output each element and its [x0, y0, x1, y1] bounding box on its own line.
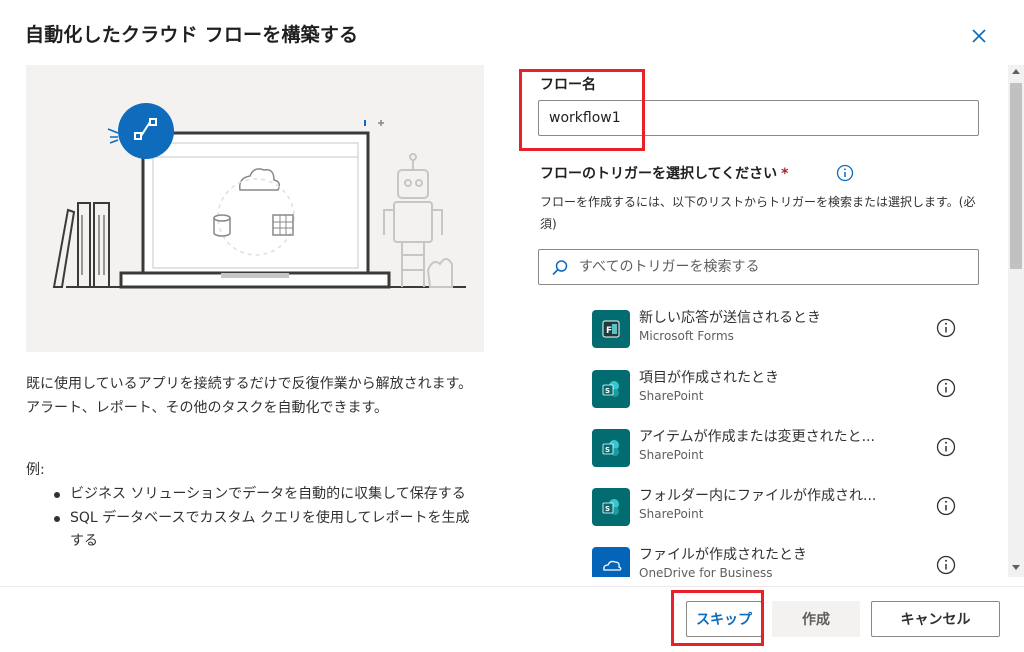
trigger-info-button[interactable]	[935, 554, 957, 576]
dialog-title: 自動化したクラウド フローを構築する	[25, 24, 359, 46]
trigger-item-forms-response[interactable]: F 新しい応答が送信されるとき Microsoft Forms	[592, 310, 982, 366]
flow-name-input[interactable]	[538, 100, 979, 136]
required-mark: *	[781, 166, 789, 182]
create-flow-dialog: 自動化したクラウド フローを構築する 既に使用しているアプリを接続するだけで反復…	[0, 0, 1024, 652]
svg-text:S: S	[605, 446, 610, 454]
svg-text:S: S	[605, 505, 610, 513]
info-icon	[936, 555, 956, 575]
svg-text:F: F	[606, 326, 612, 336]
form-panel: フロー名 フローのトリガーを選択してください* フローを作成するには、以下のリス…	[510, 65, 1008, 577]
onedrive-icon	[592, 547, 630, 577]
hero-illustration	[26, 65, 484, 352]
example-item: ビジネス ソリューションでデータを自動的に収集して保存する	[50, 483, 480, 506]
laptop-illustration	[52, 103, 466, 289]
example-item: SQL データベースでカスタム クエリを使用してレポートを生成する	[50, 507, 480, 553]
forms-icon: F	[592, 310, 630, 348]
create-button[interactable]: 作成	[772, 601, 860, 637]
bullet-icon	[54, 492, 60, 498]
sharepoint-icon: S	[592, 488, 630, 526]
close-icon	[972, 29, 986, 43]
cancel-button[interactable]: キャンセル	[871, 601, 1000, 637]
skip-button[interactable]: スキップ	[686, 601, 762, 637]
trigger-search-input[interactable]	[579, 251, 969, 283]
trigger-label: フローのトリガーを選択してください *	[540, 166, 789, 182]
sharepoint-icon: S	[592, 429, 630, 467]
footer-divider	[0, 586, 1024, 587]
search-icon	[552, 260, 568, 276]
trigger-item-onedrive-file-created[interactable]: ファイルが作成されたとき OneDrive for Business	[592, 547, 982, 577]
trigger-info-button[interactable]	[935, 436, 957, 458]
info-icon	[936, 496, 956, 516]
sharepoint-icon: S	[592, 370, 630, 408]
trigger-item-sharepoint-item-created[interactable]: S 項目が作成されたとき SharePoint	[592, 370, 982, 426]
trigger-search-box[interactable]	[538, 249, 979, 285]
trigger-info-button[interactable]	[836, 164, 854, 182]
scroll-down-arrow-icon[interactable]	[1012, 565, 1020, 570]
trigger-item-sharepoint-item-created-or-modified[interactable]: S アイテムが作成または変更されたと... SharePoint	[592, 429, 982, 485]
trigger-item-sharepoint-file-in-folder[interactable]: S フォルダー内にファイルが作成され... SharePoint	[592, 488, 982, 544]
example-list: ビジネス ソリューションでデータを自動的に収集して保存する SQL データベース…	[50, 483, 480, 554]
trigger-info-button[interactable]	[935, 377, 957, 399]
info-icon	[836, 164, 854, 182]
form-scrollbar[interactable]	[1008, 65, 1024, 577]
scroll-thumb[interactable]	[1010, 83, 1022, 269]
flow-name-label: フロー名	[540, 77, 596, 93]
info-icon	[936, 318, 956, 338]
bullet-icon	[54, 516, 60, 522]
close-button[interactable]	[966, 23, 992, 49]
description-text: 既に使用しているアプリを接続するだけで反復作業から解放されます。アラート、レポー…	[26, 376, 473, 416]
example-label: 例:	[26, 462, 45, 478]
trigger-help-text: フローを作成するには、以下のリストからトリガーを検索または選択します。(必須)	[540, 195, 976, 231]
info-icon	[936, 378, 956, 398]
svg-text:S: S	[605, 387, 610, 395]
info-icon	[936, 437, 956, 457]
scroll-up-arrow-icon[interactable]	[1012, 69, 1020, 74]
trigger-info-button[interactable]	[935, 495, 957, 517]
trigger-info-button[interactable]	[935, 317, 957, 339]
